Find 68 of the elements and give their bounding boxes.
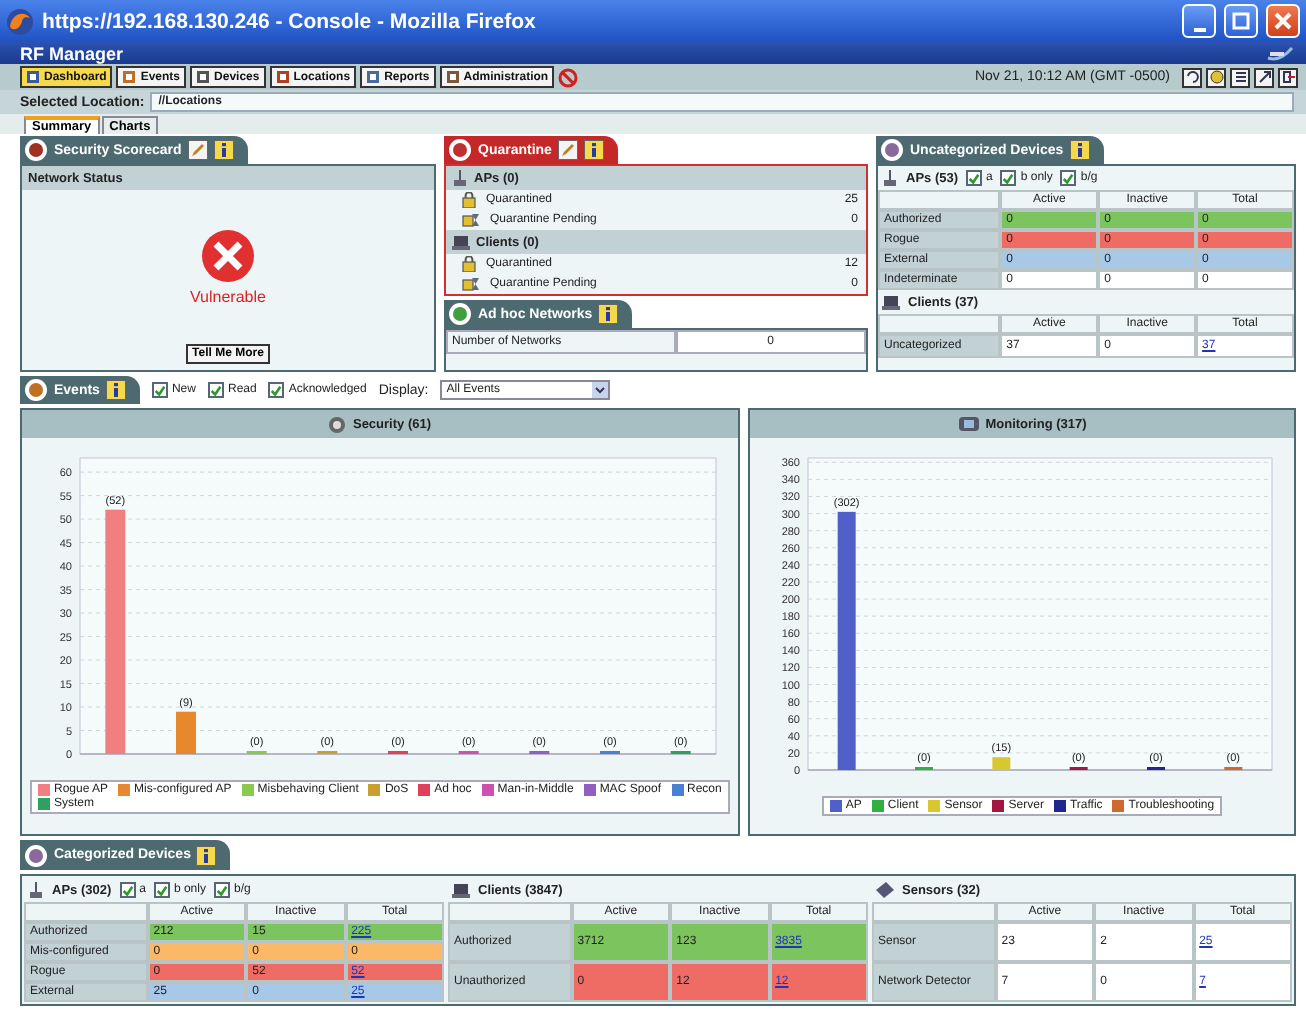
laptop-icon (452, 234, 470, 250)
prohibited-icon[interactable] (558, 67, 579, 87)
exit-button[interactable] (1278, 67, 1298, 87)
caret-icon (592, 382, 609, 398)
error-icon (200, 228, 256, 284)
laptop-icon (452, 882, 470, 898)
edit-icon[interactable] (187, 140, 208, 160)
square-icon (275, 70, 290, 84)
lock-icon (462, 192, 476, 208)
arrow-icon (1257, 70, 1271, 84)
checkmark-icon (121, 883, 134, 897)
help-icon (1209, 70, 1223, 84)
close-icon (1274, 12, 1292, 30)
minimize-icon (1193, 27, 1205, 31)
status-text: Vulnerable (190, 288, 266, 306)
checkbox[interactable] (268, 382, 285, 398)
checkbox[interactable] (119, 882, 136, 898)
header-cell (448, 902, 572, 922)
checkmark-icon (1062, 171, 1075, 185)
list-button[interactable] (1230, 67, 1250, 87)
edit-icon[interactable] (557, 140, 578, 160)
sensor-icon (876, 882, 894, 898)
info-icon[interactable] (105, 380, 126, 400)
lock-icon (462, 256, 476, 272)
list-icon (1233, 70, 1247, 84)
square-icon (366, 70, 381, 84)
square-icon (26, 70, 40, 84)
checkmark-icon (209, 383, 222, 397)
checkmark-icon (153, 383, 166, 397)
square-icon (122, 70, 137, 84)
checkmark-icon (155, 883, 168, 897)
close-button[interactable] (1266, 4, 1300, 38)
square-icon (445, 70, 460, 84)
maximize-icon (1232, 12, 1250, 30)
browser-icon (6, 7, 34, 35)
checkmark-icon (1002, 171, 1015, 185)
laptop-icon (882, 294, 900, 310)
checkbox[interactable] (1060, 170, 1077, 186)
checkbox[interactable] (213, 882, 230, 898)
refresh-button[interactable] (1182, 67, 1202, 87)
header-cell (872, 902, 996, 922)
checkbox[interactable] (151, 382, 168, 398)
checkmark-icon (215, 883, 228, 897)
square-icon (196, 70, 211, 84)
checkbox[interactable] (153, 882, 170, 898)
minimize-button[interactable] (1182, 4, 1216, 38)
exit-icon (1281, 70, 1295, 84)
checkmark-icon (968, 171, 981, 185)
info-icon[interactable] (196, 845, 217, 865)
checkbox[interactable] (966, 170, 983, 186)
monitor-icon (957, 416, 980, 432)
info-icon[interactable] (213, 140, 234, 160)
checkbox[interactable] (207, 382, 224, 398)
app-title: RF Manager (20, 43, 124, 63)
antenna-icon (28, 882, 44, 898)
info-icon[interactable] (1069, 140, 1090, 160)
help-button[interactable] (1206, 67, 1226, 87)
checkmark-icon (270, 383, 283, 397)
maximize-button[interactable] (1224, 4, 1258, 38)
export-button[interactable] (1254, 67, 1274, 87)
info-icon[interactable] (583, 140, 604, 160)
refresh-icon (1185, 70, 1199, 84)
checkbox[interactable] (1000, 170, 1017, 186)
antenna-icon (882, 170, 898, 186)
window-title: https://192.168.130.246 - Console - Mozilla Firefox (42, 9, 538, 33)
logo-icon (1266, 45, 1294, 61)
antenna-icon (452, 170, 468, 186)
info-icon[interactable] (598, 304, 619, 324)
